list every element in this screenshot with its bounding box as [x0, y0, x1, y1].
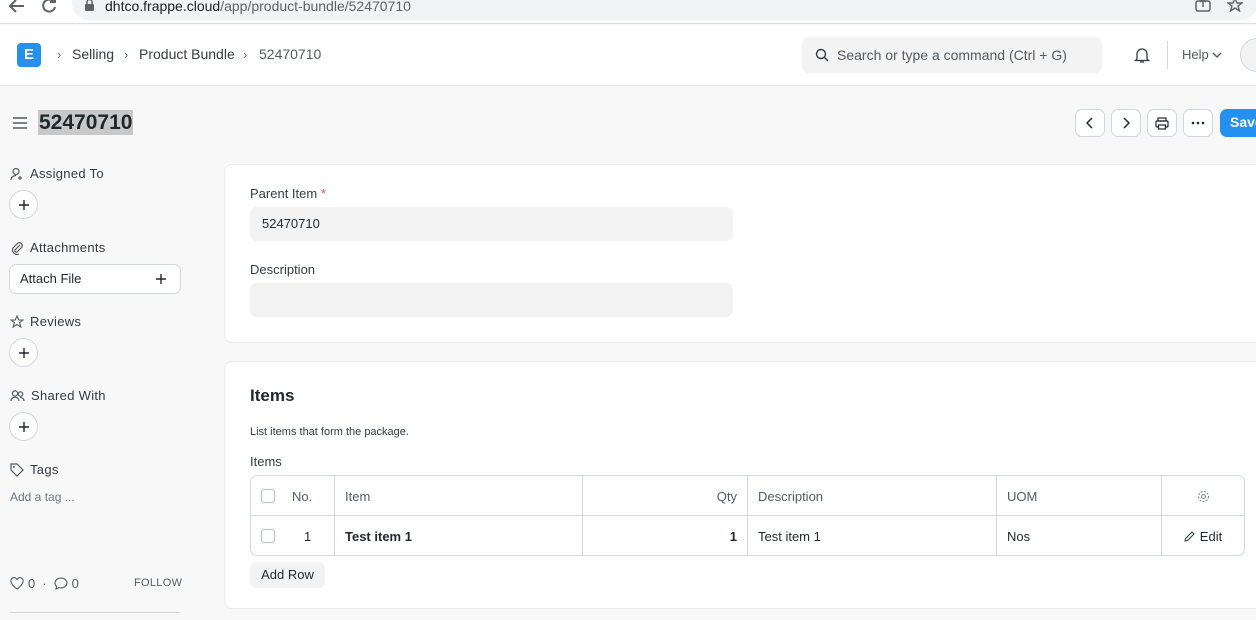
dot-separator: · — [42, 576, 47, 591]
tag-icon — [10, 462, 24, 477]
plus-icon — [18, 421, 29, 432]
row-edit-button[interactable]: Edit — [1162, 516, 1244, 555]
comments-count: 0 — [71, 576, 79, 591]
select-all-checkbox[interactable] — [261, 489, 275, 503]
add-row-button[interactable]: Add Row — [250, 562, 325, 588]
tags-section: Tags — [10, 462, 59, 477]
star-icon — [10, 314, 24, 328]
help-dropdown[interactable]: Help — [1182, 47, 1209, 62]
likes-count: 0 — [28, 576, 36, 591]
navbar-divider — [1167, 41, 1168, 69]
shared-with-label: Shared With — [31, 388, 106, 403]
breadcrumb-current[interactable]: 52470710 — [259, 46, 321, 62]
shared-with-section: Shared With — [10, 388, 106, 403]
reviews-label: Reviews — [30, 314, 82, 329]
search-icon — [815, 48, 829, 62]
row-no: 1 — [304, 528, 312, 544]
sidebar-toggle-icon[interactable] — [12, 116, 28, 130]
chevron-right-icon — [1123, 117, 1130, 129]
row-select-cell: 1 — [251, 516, 335, 555]
page-title: 52470710 — [38, 110, 134, 135]
column-uom: UOM — [997, 476, 1162, 516]
add-assignee-button[interactable] — [9, 190, 38, 219]
row-uom-cell[interactable]: Nos — [997, 516, 1162, 555]
previous-doc-button[interactable] — [1075, 109, 1105, 137]
required-indicator: * — [320, 186, 326, 201]
items-table-label: Items — [250, 454, 282, 469]
items-section-title: Items — [250, 386, 295, 405]
comment-icon[interactable] — [54, 577, 68, 590]
parent-item-label: Parent Item * — [250, 186, 326, 201]
reviews-section: Reviews — [10, 314, 81, 329]
share-icon[interactable] — [1195, 0, 1211, 12]
pencil-icon — [1184, 530, 1195, 542]
row-item-cell[interactable]: Test item 1 — [335, 516, 583, 555]
paperclip-icon — [11, 241, 23, 255]
plus-icon — [155, 273, 167, 285]
column-description: Description — [748, 476, 997, 516]
attachments-section: Attachments — [10, 240, 106, 255]
row-description-cell[interactable]: Test item 1 — [748, 516, 997, 555]
print-button[interactable] — [1147, 109, 1177, 137]
description-label: Description — [250, 262, 316, 277]
breadcrumb-separator-icon: › — [57, 47, 62, 62]
attachments-label: Attachments — [30, 240, 106, 255]
row-qty-cell[interactable]: 1 — [583, 516, 748, 555]
breadcrumb-selling[interactable]: Selling — [72, 46, 114, 62]
next-doc-button[interactable] — [1111, 109, 1141, 137]
column-no: No. — [292, 488, 313, 504]
app-logo[interactable]: E — [17, 43, 41, 67]
header-select-cell: No. — [251, 476, 335, 516]
lock-icon[interactable] — [84, 0, 95, 11]
breadcrumb-separator-icon: › — [124, 47, 129, 62]
items-table: No. Item Qty Description UOM 1 Test item… — [250, 475, 1245, 556]
save-button[interactable]: Save — [1220, 109, 1256, 137]
assigned-to-section: Assigned To — [10, 166, 104, 181]
add-review-button[interactable] — [9, 338, 38, 367]
table-header-row: No. Item Qty Description UOM — [251, 476, 1244, 516]
parent-item-field[interactable]: 52470710 — [250, 207, 733, 241]
reload-icon[interactable] — [40, 0, 58, 13]
column-settings[interactable] — [1162, 476, 1244, 516]
items-section-description: List items that form the package. — [250, 426, 409, 438]
breadcrumb-separator-icon: › — [243, 47, 248, 62]
likes-comments: 0 · 0 — [10, 576, 79, 591]
column-item: Item — [335, 476, 583, 516]
url-path: /app/product-bundle/52470710 — [220, 0, 411, 14]
breadcrumb-product-bundle[interactable]: Product Bundle — [139, 46, 235, 62]
add-share-button[interactable] — [9, 412, 38, 441]
notification-bell-icon[interactable] — [1133, 46, 1151, 64]
plus-icon — [18, 199, 29, 210]
back-icon[interactable] — [8, 0, 26, 14]
plus-icon — [18, 347, 29, 358]
description-field[interactable] — [250, 283, 733, 317]
column-qty: Qty — [583, 476, 748, 516]
chevron-left-icon — [1086, 117, 1093, 129]
attach-file-label: Attach File — [20, 271, 82, 286]
more-actions-button[interactable] — [1183, 109, 1213, 137]
bookmark-star-icon[interactable] — [1227, 0, 1243, 12]
row-edit-label: Edit — [1199, 528, 1223, 544]
tags-label: Tags — [30, 462, 59, 477]
parent-item-label-text: Parent Item — [250, 186, 318, 201]
row-checkbox[interactable] — [261, 529, 275, 543]
heart-icon[interactable] — [10, 577, 24, 590]
help-label: Help — [1182, 47, 1209, 62]
printer-icon — [1155, 116, 1169, 130]
user-assign-icon — [10, 167, 22, 180]
url-text[interactable]: dhtco.frappe.cloud/app/product-bundle/52… — [105, 0, 411, 14]
users-icon — [10, 389, 25, 401]
sidebar-divider — [10, 612, 180, 613]
search-placeholder: Search or type a command (Ctrl + G) — [837, 47, 1067, 63]
assigned-to-label: Assigned To — [30, 166, 104, 181]
add-tag-input[interactable]: Add a tag ... — [10, 490, 75, 504]
url-host: dhtco.frappe.cloud — [105, 0, 221, 14]
ellipsis-icon — [1191, 121, 1205, 125]
gear-icon[interactable] — [1197, 490, 1210, 503]
follow-button[interactable]: FOLLOW — [134, 577, 182, 589]
chevron-down-icon — [1212, 52, 1222, 58]
table-row[interactable]: 1 Test item 1 1 Test item 1 Nos Edit — [251, 516, 1244, 555]
